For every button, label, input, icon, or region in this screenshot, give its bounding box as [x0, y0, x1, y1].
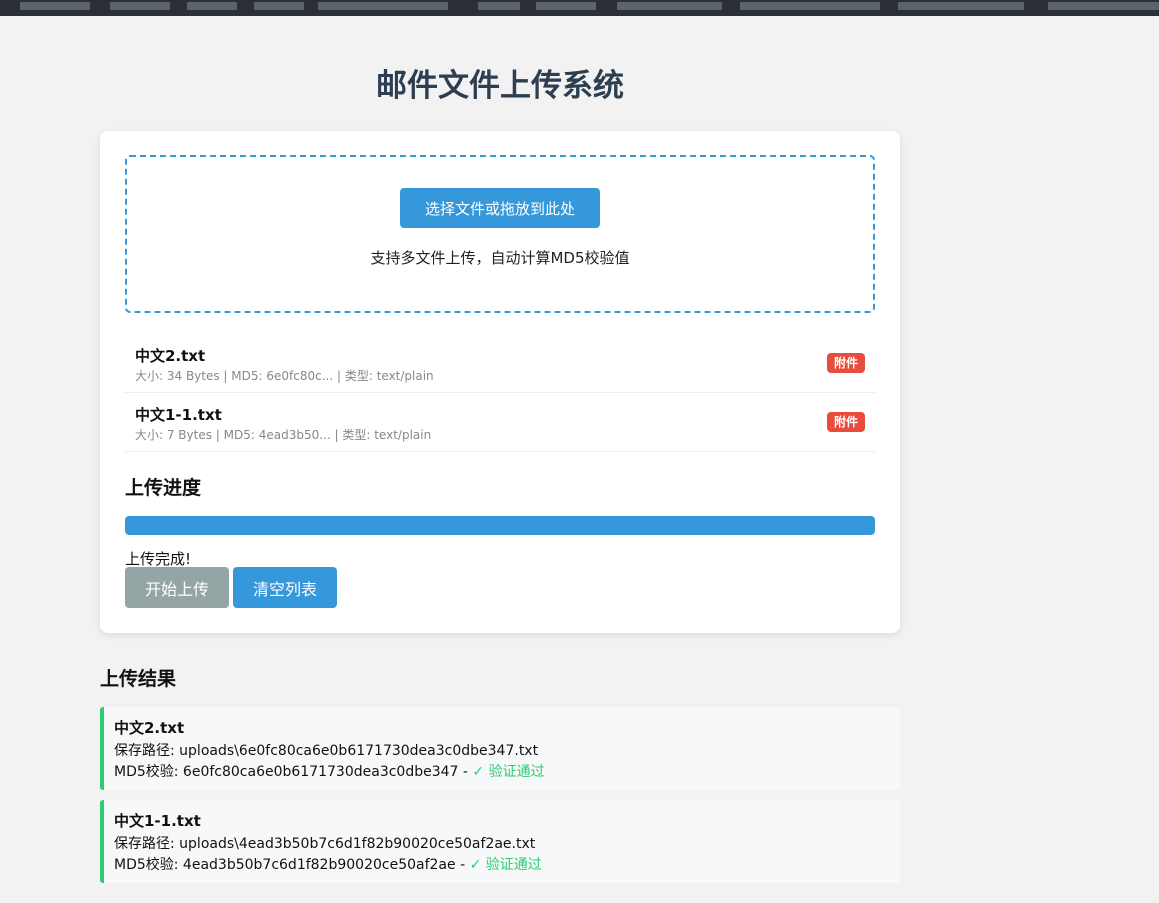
bookmark-item[interactable]: [254, 2, 304, 10]
attachment-badge: 附件: [826, 412, 865, 432]
bookmark-item[interactable]: [1048, 2, 1159, 10]
page-title: 邮件文件上传系统: [376, 68, 624, 104]
bookmark-item[interactable]: [617, 2, 722, 10]
file-list-item: 中文2.txt 大小: 34 Bytes | MD5: 6e0fc80c... …: [125, 334, 875, 393]
result-md5-line: MD5校验: 4ead3b50b7c6d1f82b90020ce50af2ae …: [114, 854, 542, 874]
result-md5: MD5校验: 4ead3b50b7c6d1f82b90020ce50af2ae …: [114, 857, 470, 873]
result-item: 中文1-1.txt 保存路径: uploads\4ead3b50b7c6d1f8…: [100, 800, 900, 883]
bookmark-item[interactable]: [110, 2, 170, 10]
result-md5: MD5校验: 6e0fc80ca6e0b6171730dea3c0dbe347 …: [114, 764, 473, 780]
file-meta: 大小: 7 Bytes | MD5: 4ead3b50... | 类型: tex…: [135, 428, 432, 442]
progress-bar: [125, 516, 875, 535]
bookmark-item[interactable]: [536, 2, 596, 10]
result-item: 中文2.txt 保存路径: uploads\6e0fc80ca6e0b61717…: [100, 707, 900, 790]
progress-status: 上传完成!: [125, 550, 192, 568]
select-files-button[interactable]: 选择文件或拖放到此处: [400, 188, 600, 228]
result-md5-line: MD5校验: 6e0fc80ca6e0b6171730dea3c0dbe347 …: [114, 761, 545, 781]
browser-bookmarks-bar: [0, 0, 1159, 16]
progress-bar-fill: [125, 516, 875, 535]
start-upload-button[interactable]: 开始上传: [125, 567, 229, 608]
file-list-item: 中文1-1.txt 大小: 7 Bytes | MD5: 4ead3b50...…: [125, 393, 875, 452]
bookmark-item[interactable]: [740, 2, 880, 10]
file-meta: 大小: 34 Bytes | MD5: 6e0fc80c... | 类型: te…: [135, 369, 434, 383]
verified-status: ✓ 验证通过: [472, 764, 545, 780]
bookmark-item[interactable]: [478, 2, 520, 10]
result-file-name: 中文1-1.txt: [114, 812, 201, 830]
bookmark-item[interactable]: [20, 2, 90, 10]
bookmark-item[interactable]: [187, 2, 237, 10]
result-save-path: 保存路径: uploads\6e0fc80ca6e0b6171730dea3c0…: [114, 743, 539, 759]
results-title: 上传结果: [100, 668, 177, 690]
clear-list-button[interactable]: 清空列表: [233, 567, 337, 608]
file-list: 中文2.txt 大小: 34 Bytes | MD5: 6e0fc80c... …: [125, 334, 875, 452]
upload-card: 选择文件或拖放到此处 支持多文件上传，自动计算MD5校验值 中文2.txt 大小…: [100, 131, 900, 633]
file-dropzone[interactable]: 选择文件或拖放到此处 支持多文件上传，自动计算MD5校验值: [125, 155, 875, 313]
dropzone-hint: 支持多文件上传，自动计算MD5校验值: [370, 249, 630, 267]
verified-status: ✓ 验证通过: [469, 857, 542, 873]
progress-title: 上传进度: [125, 477, 202, 499]
file-name: 中文1-1.txt: [135, 406, 222, 424]
file-name: 中文2.txt: [135, 347, 206, 365]
result-save-path: 保存路径: uploads\4ead3b50b7c6d1f82b90020ce5…: [114, 836, 536, 852]
bookmark-item[interactable]: [318, 2, 448, 10]
attachment-badge: 附件: [826, 353, 865, 373]
bookmark-item[interactable]: [898, 2, 1024, 10]
result-file-name: 中文2.txt: [114, 719, 185, 737]
